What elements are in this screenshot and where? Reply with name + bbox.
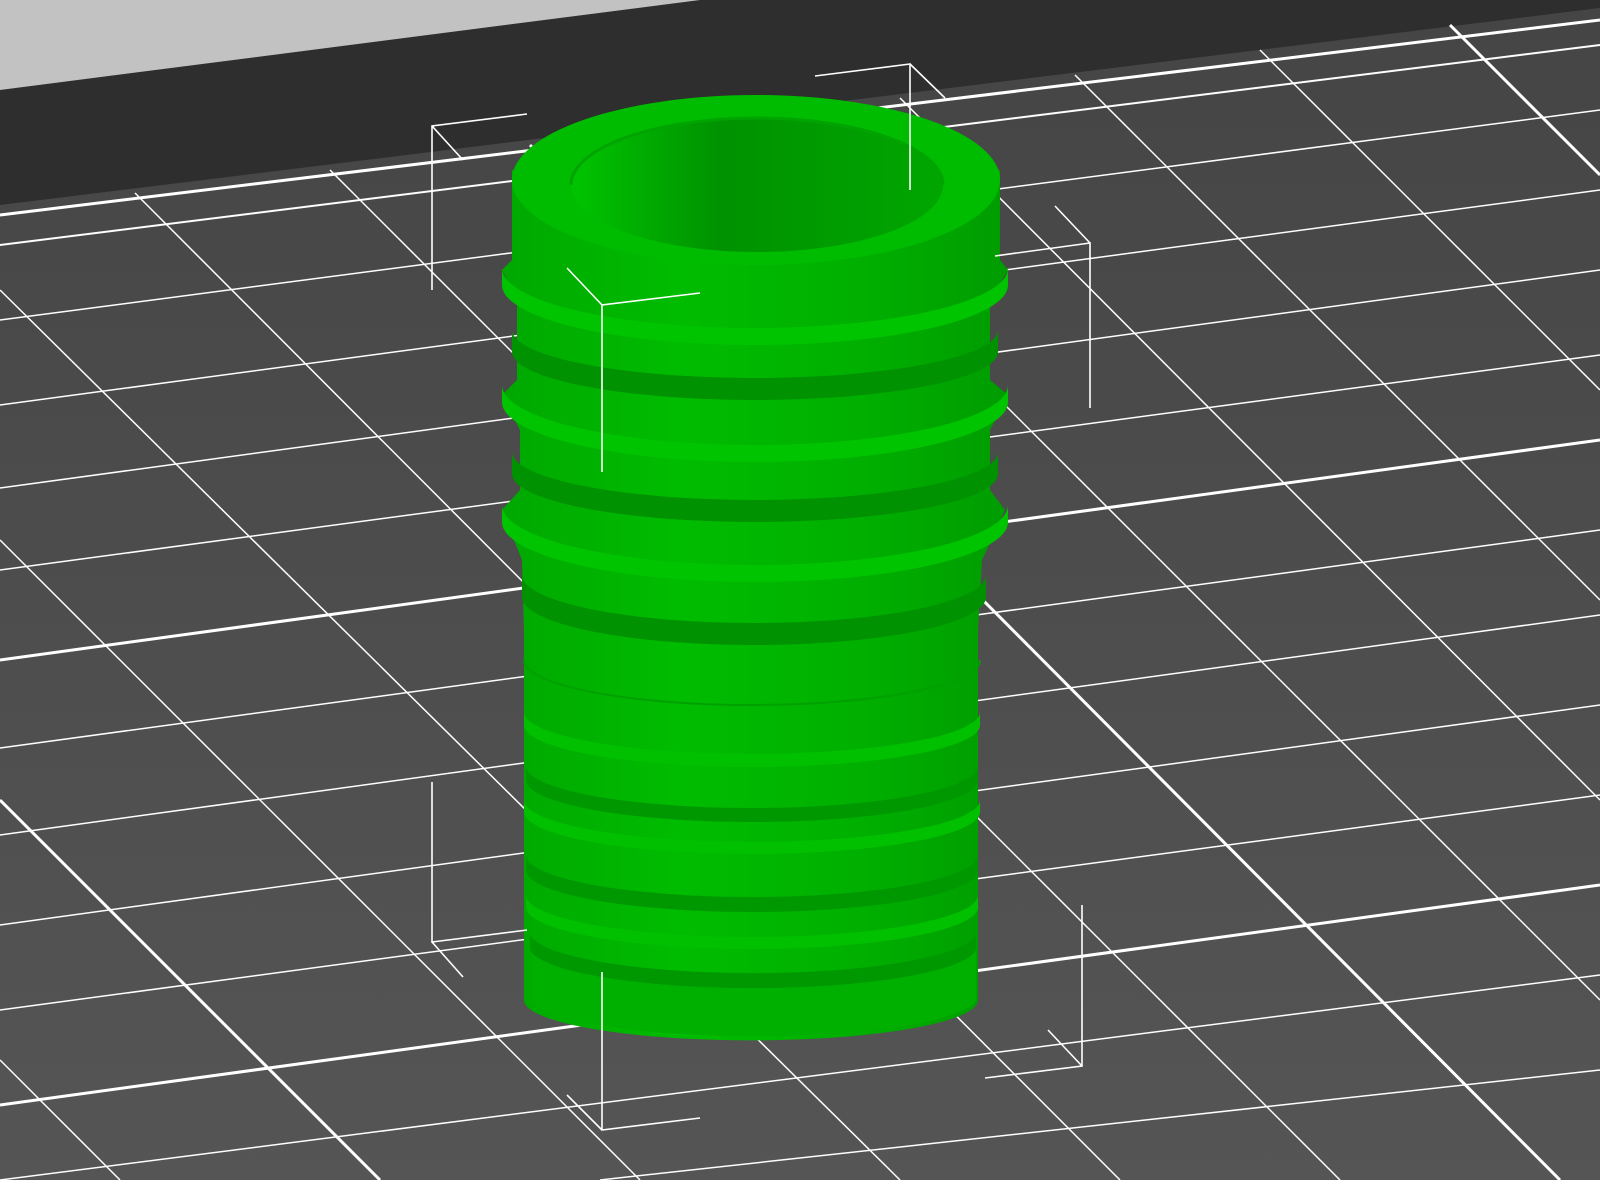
ribbed-tube-model[interactable] xyxy=(502,95,1008,1041)
3d-viewport[interactable] xyxy=(0,0,1600,1180)
